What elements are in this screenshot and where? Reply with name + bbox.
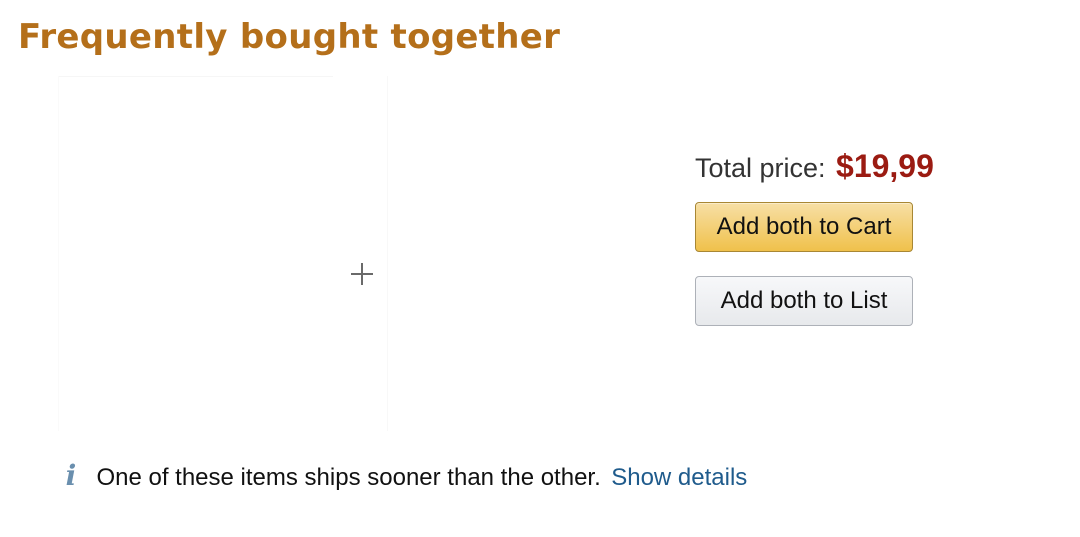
product-image-first[interactable] [58, 76, 333, 431]
total-price: Total price: $19,99 [695, 146, 934, 193]
total-price-value: $19,99 [836, 148, 934, 184]
product-image-second[interactable] [348, 76, 388, 431]
plus-icon [349, 261, 375, 287]
shipping-notice-text: One of these items ships sooner than the… [96, 464, 601, 491]
section-title: Frequently bought together [18, 17, 561, 57]
info-icon: i [65, 459, 77, 492]
shipping-notice: i One of these items ships sooner than t… [60, 458, 748, 499]
bundle-products [58, 76, 388, 431]
add-both-to-cart-button[interactable]: Add both to Cart [695, 202, 913, 252]
total-price-label: Total price: [695, 153, 826, 183]
show-details-link[interactable]: Show details [611, 464, 747, 491]
add-both-to-list-button[interactable]: Add both to List [695, 276, 913, 326]
